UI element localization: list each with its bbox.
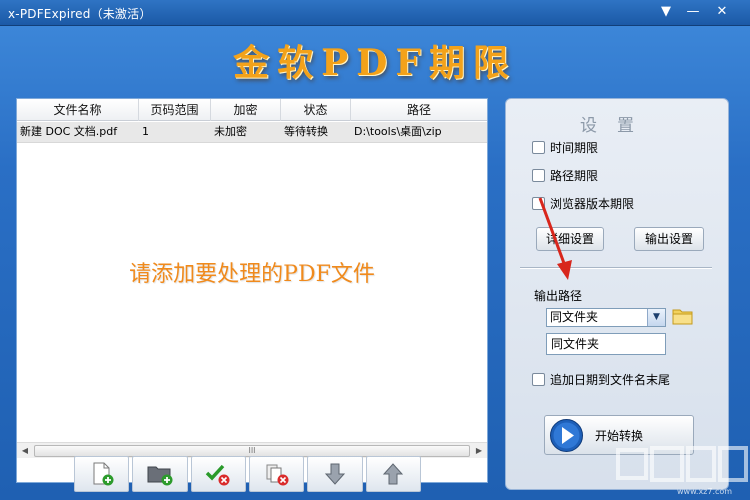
minimize-button[interactable]: — xyxy=(683,3,703,21)
scroll-right-icon[interactable]: ▶ xyxy=(471,443,487,459)
file-toolbar xyxy=(74,456,424,492)
arrow-down-icon xyxy=(324,463,346,485)
add-file-button[interactable] xyxy=(74,456,130,492)
empty-prompt: 请添加要处理的PDF文件 xyxy=(129,262,375,287)
cell-encrypt: 未加密 xyxy=(214,125,247,138)
move-up-button[interactable] xyxy=(365,456,421,492)
main-area: 金软PDF期限 文件名称 页码范围 加密 状态 路径 新建 DOC 文档.pdf… xyxy=(0,26,750,500)
clear-all-button[interactable] xyxy=(190,456,246,492)
cell-filename: 新建 DOC 文档.pdf xyxy=(20,125,118,138)
output-path-select[interactable]: 同文件夹 ▼ xyxy=(546,308,666,327)
file-list-panel[interactable]: 文件名称 页码范围 加密 状态 路径 新建 DOC 文档.pdf 1 未加密 等… xyxy=(16,98,488,483)
append-date-option[interactable]: 追加日期到文件名末尾 xyxy=(532,371,670,387)
column-header-path[interactable]: 路径 xyxy=(351,99,487,121)
menu-dropdown-button[interactable]: ▼ xyxy=(656,3,676,21)
output-settings-button[interactable]: 输出设置 xyxy=(634,227,704,251)
column-header-pages[interactable]: 页码范围 xyxy=(139,99,211,121)
move-down-button[interactable] xyxy=(307,456,363,492)
time-limit-option[interactable]: 时间期限 xyxy=(532,139,598,155)
annotation-arrow-icon xyxy=(538,197,572,280)
time-limit-label: 时间期限 xyxy=(550,140,599,155)
file-list-header: 文件名称 页码范围 加密 状态 路径 xyxy=(17,99,487,121)
cell-path: D:\tools\桌面\zip xyxy=(354,125,442,138)
append-date-checkbox[interactable] xyxy=(532,372,545,386)
column-header-encrypt[interactable]: 加密 xyxy=(211,99,281,121)
output-select-value: 同文件夹 xyxy=(550,310,599,324)
window-title: x-PDFExpired（未激活） xyxy=(8,7,152,21)
table-row[interactable]: 新建 DOC 文档.pdf 1 未加密 等待转换 D:\tools\桌面\zip xyxy=(17,122,487,143)
folder-add-icon xyxy=(147,466,173,486)
output-path-label: 输出路径 xyxy=(534,289,583,303)
close-button[interactable]: ✕ xyxy=(712,3,732,21)
path-limit-label: 路径期限 xyxy=(550,168,599,183)
brand-title: 金软PDF期限 xyxy=(233,42,517,84)
output-path-input[interactable]: 同文件夹 xyxy=(546,333,666,355)
chevron-down-icon[interactable]: ▼ xyxy=(647,309,665,326)
path-limit-checkbox[interactable] xyxy=(532,168,545,182)
add-folder-button[interactable] xyxy=(132,456,188,492)
column-header-filename[interactable]: 文件名称 xyxy=(17,99,139,121)
settings-title: 设置 xyxy=(580,116,654,136)
settings-panel: 设置 时间期限 路径期限 浏览器版本期限 详细设置 输出设置 输出路径 同文件夹… xyxy=(505,98,729,490)
file-add-icon xyxy=(93,462,114,486)
cell-pages: 1 xyxy=(142,125,149,138)
time-limit-checkbox[interactable] xyxy=(532,140,545,154)
scroll-left-icon[interactable]: ◀ xyxy=(17,443,33,459)
cell-status: 等待转换 xyxy=(284,125,328,138)
check-remove-icon xyxy=(206,464,230,486)
title-bar: x-PDFExpired（未激活） ▼ — ✕ xyxy=(0,0,750,26)
path-limit-option[interactable]: 路径期限 xyxy=(532,167,598,183)
files-remove-icon xyxy=(266,464,289,486)
folder-browse-icon[interactable] xyxy=(672,306,694,326)
arrow-up-icon xyxy=(383,463,404,485)
column-header-status[interactable]: 状态 xyxy=(281,99,351,121)
remove-selected-button[interactable] xyxy=(248,456,305,492)
play-icon xyxy=(550,419,583,452)
watermark-text: www.xz7.com xyxy=(677,487,733,496)
append-date-label: 追加日期到文件名末尾 xyxy=(550,372,671,387)
